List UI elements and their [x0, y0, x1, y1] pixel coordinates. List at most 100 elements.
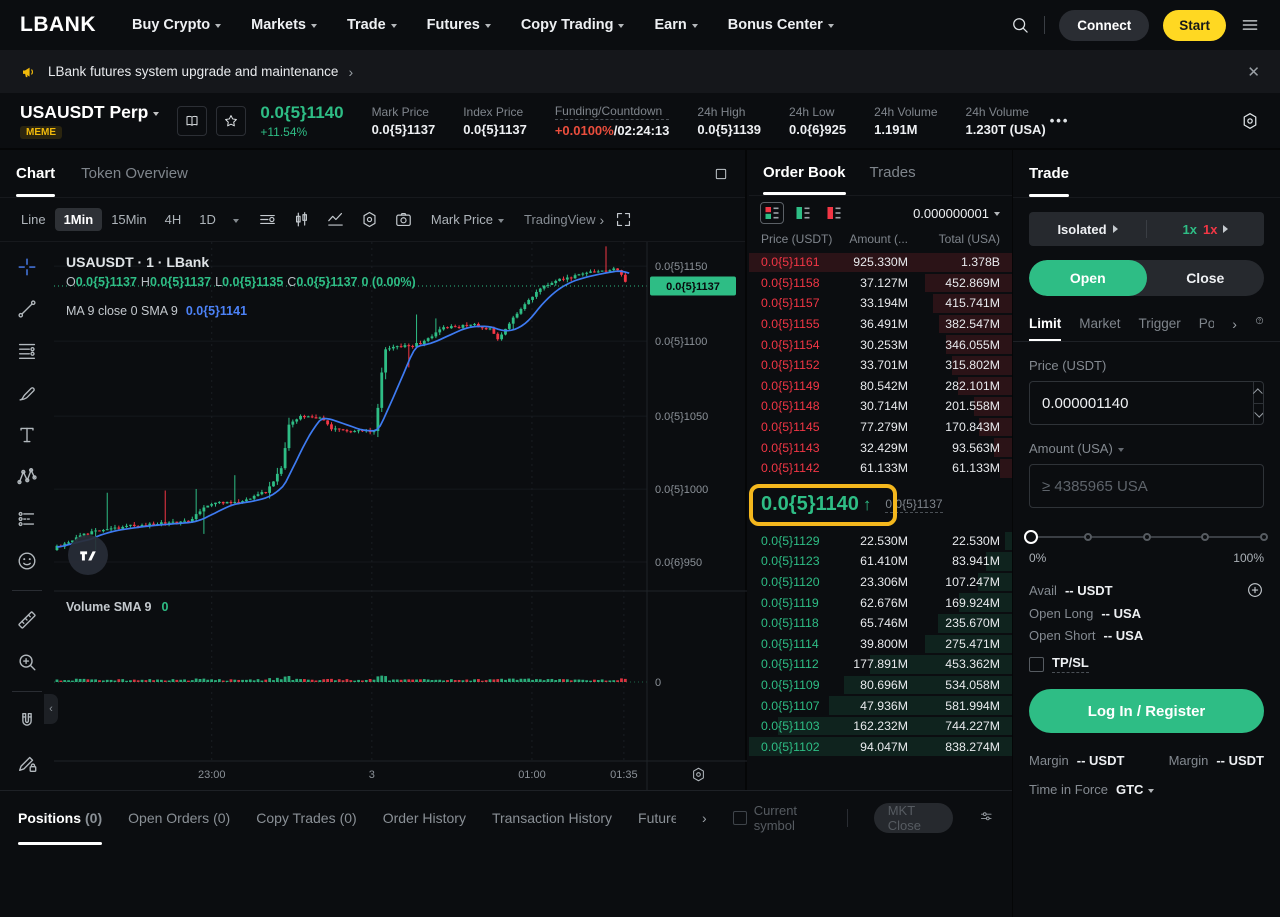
ruler-icon[interactable] [12, 605, 42, 635]
interval-1min[interactable]: 1Min [55, 208, 103, 231]
price-input[interactable] [1030, 382, 1253, 424]
tab-market[interactable]: Market [1079, 306, 1120, 341]
chart-body[interactable]: 0.0{5}11500.0{5}11000.0{5}10500.0{5}1000… [0, 242, 745, 790]
favorite-star-icon[interactable] [216, 106, 246, 136]
chart-settings-icon[interactable] [355, 206, 385, 234]
amount-slider[interactable] [1029, 530, 1264, 544]
price-chart[interactable]: 0.0{5}11500.0{5}11000.0{5}10500.0{5}1000… [54, 242, 747, 790]
nav-item-bonus-center[interactable]: Bonus Center [728, 17, 834, 33]
token-info-icon[interactable] [177, 106, 207, 136]
ask-row[interactable]: 0.0{5}114980.542M282.101M [749, 376, 1012, 397]
amount-field-label[interactable]: Amount (USA) [1029, 441, 1264, 456]
bid-row[interactable]: 0.0{5}1103162.232M744.227M [749, 716, 1012, 737]
tab-order-book[interactable]: Order Book [763, 150, 846, 195]
open-tab[interactable]: Open [1029, 260, 1147, 296]
margin-mode-select[interactable]: Isolated [1029, 222, 1146, 237]
nav-item-buy-crypto[interactable]: Buy Crypto [132, 17, 221, 33]
candle-style-icon[interactable] [287, 206, 317, 234]
bid-row[interactable]: 0.0{5}111439.800M275.471M [749, 634, 1012, 655]
ask-row[interactable]: 0.0{5}115536.491M382.547M [749, 314, 1012, 335]
tpsl-label[interactable]: TP/SL [1052, 655, 1089, 673]
more-stats-icon[interactable]: ••• [1050, 113, 1070, 128]
bid-row[interactable]: 0.0{5}110980.696M534.058M [749, 675, 1012, 696]
start-button[interactable]: Start [1163, 10, 1226, 41]
xabcd-pattern-icon[interactable] [12, 462, 42, 492]
collapse-toolbar-handle[interactable]: ‹ [44, 694, 58, 724]
nav-item-markets[interactable]: Markets [251, 17, 317, 33]
bid-row[interactable]: 0.0{5}112922.530M22.530M [749, 531, 1012, 552]
indicators-icon[interactable] [253, 206, 283, 234]
interval-more-icon[interactable] [233, 219, 239, 223]
tab-limit[interactable]: Limit [1029, 306, 1061, 341]
announcement-text[interactable]: LBank futures system upgrade and mainten… [48, 64, 338, 79]
bid-row[interactable]: 0.0{5}110747.936M581.994M [749, 695, 1012, 716]
zoom-in-icon[interactable] [12, 647, 42, 677]
amount-input[interactable] [1030, 465, 1263, 507]
nav-item-trade[interactable]: Trade [347, 17, 397, 33]
ask-row[interactable]: 0.0{5}115733.194M415.741M [749, 293, 1012, 314]
more-tabs-icon[interactable]: › [702, 811, 707, 825]
interval-4h[interactable]: 4H [156, 208, 191, 231]
magnet-icon[interactable] [12, 706, 42, 736]
mkt-close-button[interactable]: MKT Close [874, 803, 954, 833]
settings-gear-icon[interactable] [1240, 111, 1260, 131]
brush-icon[interactable] [12, 378, 42, 408]
current-symbol-checkbox[interactable] [733, 811, 747, 825]
tab-futures[interactable]: Futures [638, 791, 676, 845]
bid-row[interactable]: 0.0{5}112023.306M107.247M [749, 572, 1012, 593]
more-order-types-icon[interactable]: › [1232, 317, 1237, 331]
snapshot-camera-icon[interactable] [389, 206, 419, 234]
depth-asks-icon[interactable] [823, 203, 845, 223]
text-tool-icon[interactable] [12, 420, 42, 450]
ask-row[interactable]: 0.0{5}1161925.330M1.378B [749, 252, 1012, 273]
bid-row[interactable]: 0.0{5}111962.676M169.924M [749, 592, 1012, 613]
nav-item-earn[interactable]: Earn [654, 17, 697, 33]
tab-transaction-history[interactable]: Transaction History [492, 791, 612, 845]
draw-lock-icon[interactable] [12, 748, 42, 778]
time-in-force-row[interactable]: Time in Force GTC [1029, 782, 1264, 797]
tradingview-logo[interactable] [68, 535, 108, 575]
table-settings-icon[interactable] [979, 809, 994, 827]
slider-handle[interactable] [1024, 530, 1038, 544]
tpsl-checkbox[interactable] [1029, 657, 1044, 672]
emoji-icon[interactable] [12, 546, 42, 576]
bid-row[interactable]: 0.0{5}111865.746M235.670M [749, 613, 1012, 634]
menu-icon[interactable] [1240, 15, 1260, 35]
price-source-select[interactable]: Mark Price [431, 212, 504, 227]
deposit-plus-icon[interactable] [1246, 581, 1264, 599]
compare-icon[interactable] [321, 206, 351, 234]
ask-row[interactable]: 0.0{5}115837.127M452.869M [749, 273, 1012, 294]
tab-order-history[interactable]: Order History [383, 791, 466, 845]
chevron-right-icon[interactable]: › [600, 213, 605, 227]
tab-trigger[interactable]: Trigger [1139, 306, 1181, 341]
tab-copy-trades[interactable]: Copy Trades(0) [256, 791, 357, 845]
bid-row[interactable]: 0.0{5}112361.410M83.941M [749, 551, 1012, 572]
slider-stop-100[interactable] [1260, 533, 1268, 541]
current-symbol-filter[interactable]: Current symbol [733, 803, 821, 833]
tradingview-label[interactable]: TradingView [524, 212, 596, 227]
depth-bids-icon[interactable] [792, 203, 814, 223]
crosshair-icon[interactable] [12, 252, 42, 282]
bid-row[interactable]: 0.0{5}1112177.891M453.362M [749, 654, 1012, 675]
nav-item-futures[interactable]: Futures [427, 17, 491, 33]
mid-price-row[interactable]: 0.0{5}1140 ↑ 0.0{5}1137 [749, 480, 1012, 530]
slider-stop-25[interactable] [1084, 533, 1092, 541]
mid-price[interactable]: 0.0{5}1140 [761, 493, 859, 516]
help-icon[interactable] [1255, 316, 1264, 332]
depth-both-icon[interactable] [761, 203, 783, 223]
slider-stop-75[interactable] [1201, 533, 1209, 541]
bid-row[interactable]: 0.0{5}110294.047M838.274M [749, 736, 1012, 757]
precision-select[interactable]: 0.000000001 [913, 206, 1000, 221]
interval-15min[interactable]: 15Min [102, 208, 155, 231]
symbol-selector[interactable]: USAUSDT Perp [20, 102, 159, 123]
tab-token-overview[interactable]: Token Overview [81, 150, 188, 197]
ask-row[interactable]: 0.0{5}115430.253M346.055M [749, 334, 1012, 355]
ask-row[interactable]: 0.0{5}114830.714M201.558M [749, 396, 1012, 417]
fullscreen-icon[interactable] [608, 206, 638, 234]
slider-stop-50[interactable] [1143, 533, 1151, 541]
price-increase-button[interactable] [1254, 382, 1263, 404]
lbank-logo[interactable]: LBANK [20, 13, 96, 37]
axis-settings-icon[interactable] [690, 766, 707, 783]
tab-open-orders[interactable]: Open Orders(0) [128, 791, 230, 845]
close-announcement-icon[interactable]: ✕ [1247, 63, 1260, 81]
